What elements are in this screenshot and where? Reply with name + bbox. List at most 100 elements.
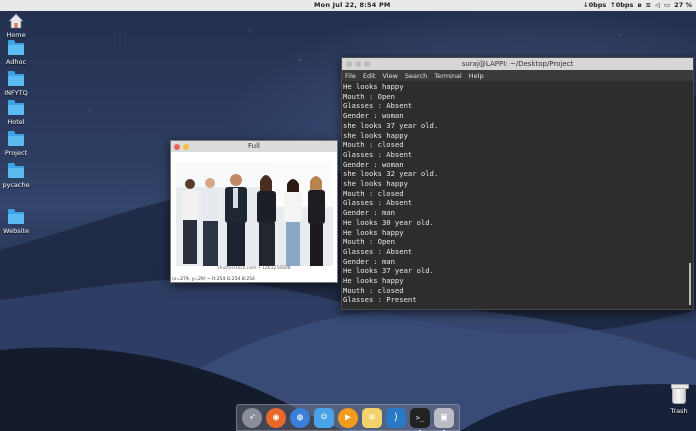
trash-icon [671, 384, 689, 404]
notes-icon: ≡ [368, 412, 376, 423]
terminal-line: Gender : man [343, 208, 395, 218]
terminal-icon: >_ [415, 413, 425, 422]
bluetooth-icon[interactable]: ʙ [637, 1, 641, 9]
top-menu-bar: Mon Jul 22, 8:54 PM ↓0bps ↑0bps ʙ ≋ ◁ ▭ … [0, 0, 696, 11]
terminal-line: He looks happy [343, 82, 404, 91]
window-controls [174, 143, 189, 150]
dock-app-vscode[interactable]: ⟩ [386, 407, 406, 428]
viewer-titlebar[interactable]: Full [171, 141, 337, 152]
terminal-line: she looks happy [343, 179, 408, 189]
dock: ➶ ◉ ◍ ☺ ▶ ≡ ⟩ >_ ▣ [236, 404, 460, 431]
net-up-indicator[interactable]: ↑0bps [610, 1, 633, 9]
folder-icon [8, 131, 24, 146]
image-icon: ▣ [440, 412, 448, 423]
desktop-icon-project[interactable]: Project [0, 131, 33, 157]
group-photo [176, 162, 333, 266]
desktop-icon-website[interactable]: Website [0, 209, 33, 235]
dock-app-notes[interactable]: ≡ [362, 407, 382, 428]
dock-app-firefox[interactable]: ◉ [266, 407, 286, 428]
battery-percent: 27 % [674, 1, 692, 9]
terminal-line: Glasses : Present [343, 295, 417, 305]
desktop-icon-label: pycache [2, 181, 30, 189]
terminal-line: she looks 32 year old. [343, 169, 439, 179]
terminal-line: He looks happy [343, 276, 404, 286]
desktop-icon-pycache[interactable]: pycache [0, 163, 33, 189]
desktop-icon-label: Project [4, 149, 28, 157]
menu-file[interactable]: File [345, 72, 356, 80]
menu-help[interactable]: Help [469, 72, 484, 80]
net-down-indicator[interactable]: ↓0bps [583, 1, 606, 9]
desktop-icon-label: Home [6, 31, 26, 39]
desktop-icon-label: Website [3, 227, 29, 235]
desktop-icon-label: INFYTQ [4, 89, 28, 97]
menu-view[interactable]: View [382, 72, 397, 80]
terminal-line: she looks happy [343, 130, 408, 140]
battery-icon[interactable]: ▭ [664, 1, 670, 9]
terminal-line: Gender : woman [343, 159, 404, 169]
dock-app-browser[interactable]: ◍ [290, 407, 310, 428]
desktop-icon-hotel[interactable]: Hotel [0, 100, 33, 126]
home-icon [8, 13, 24, 29]
status-area: ↓0bps ↑0bps ʙ ≋ ◁ ▭ 27 % [583, 1, 692, 9]
close-button[interactable] [174, 143, 180, 150]
volume-icon[interactable]: ◁ [655, 1, 660, 9]
viewer-title: Full [248, 142, 260, 150]
desktop-icon-label: Hotel [7, 118, 25, 126]
dock-app-media-player[interactable]: ▶ [338, 407, 358, 428]
menu-terminal[interactable]: Terminal [434, 72, 461, 80]
folder-icon [8, 209, 24, 224]
terminal-line: Mouth : closed [343, 140, 404, 150]
pixel-readout: (x=279, y=29) ~ R:254 G:254 B:254 [172, 277, 255, 282]
finder-icon: ☺ [320, 412, 328, 423]
desktop-icon-label: Adhoc [5, 58, 27, 66]
terminal-line: Gender : woman [343, 111, 404, 121]
terminal-line: He looks 30 year old. [343, 217, 434, 227]
firefox-icon: ◉ [272, 412, 280, 423]
terminal-line: Glasses : Absent [343, 246, 413, 256]
terminal-line: Mouth : closed [343, 188, 404, 198]
rocket-icon: ➶ [248, 412, 256, 423]
play-icon: ▶ [344, 412, 352, 423]
folder-icon [8, 40, 24, 55]
terminal-line: Gender : man [343, 256, 395, 266]
terminal-line: Glasses : Absent [343, 149, 413, 159]
folder-icon [8, 71, 24, 86]
close-button[interactable] [346, 61, 352, 67]
dock-app-image-viewer[interactable]: ▣ [434, 407, 454, 431]
maximize-button[interactable] [364, 61, 370, 67]
terminal-title: suraj@LAPPI: ~/Desktop/Project [461, 60, 574, 68]
folder-icon [8, 100, 24, 115]
wifi-icon[interactable]: ≋ [646, 1, 651, 9]
dock-app-terminal[interactable]: >_ [410, 407, 430, 431]
terminal-line: He looks 37 year old. [343, 266, 434, 276]
window-controls [346, 61, 370, 67]
terminal-line: Mouth : Open [343, 237, 395, 247]
trash[interactable]: Trash [665, 384, 693, 415]
menu-search[interactable]: Search [405, 72, 427, 80]
desktop-icon-infytq[interactable]: INFYTQ [0, 71, 33, 97]
image-viewer-window[interactable]: Full shutterstock.com • 1261256608 (x=27… [170, 140, 338, 283]
terminal-line: Mouth : Open [343, 91, 395, 101]
terminal-line: Glasses : Absent [343, 101, 413, 111]
terminal-window[interactable]: suraj@LAPPI: ~/Desktop/Project File Edit… [341, 57, 694, 310]
vscode-icon: ⟩ [392, 412, 400, 423]
menubar-clock[interactable]: Mon Jul 22, 8:54 PM [314, 1, 391, 9]
terminal-menubar: File Edit View Search Terminal Help [342, 70, 693, 81]
trash-label: Trash [670, 407, 688, 415]
terminal-line: He looks happy [343, 227, 404, 237]
folder-icon [8, 163, 24, 178]
terminal-output[interactable]: He looks happy Mouth : Open Glasses : Abse… [342, 81, 693, 309]
dock-app-finder[interactable]: ☺ [314, 407, 334, 428]
terminal-line: Glasses : Absent [343, 198, 413, 208]
minimize-button[interactable] [183, 143, 189, 150]
desktop-icon-adhoc[interactable]: Adhoc [0, 40, 33, 66]
globe-icon: ◍ [296, 412, 304, 423]
terminal-line: she looks 37 year old. [343, 120, 439, 130]
minimize-button[interactable] [355, 61, 361, 67]
desktop-icon-home[interactable]: Home [0, 13, 33, 39]
terminal-scrollbar[interactable] [689, 263, 691, 305]
image-watermark: shutterstock.com • 1261256608 [217, 266, 291, 271]
dock-app-launchpad[interactable]: ➶ [242, 407, 262, 428]
terminal-titlebar[interactable]: suraj@LAPPI: ~/Desktop/Project [342, 58, 693, 70]
menu-edit[interactable]: Edit [363, 72, 376, 80]
